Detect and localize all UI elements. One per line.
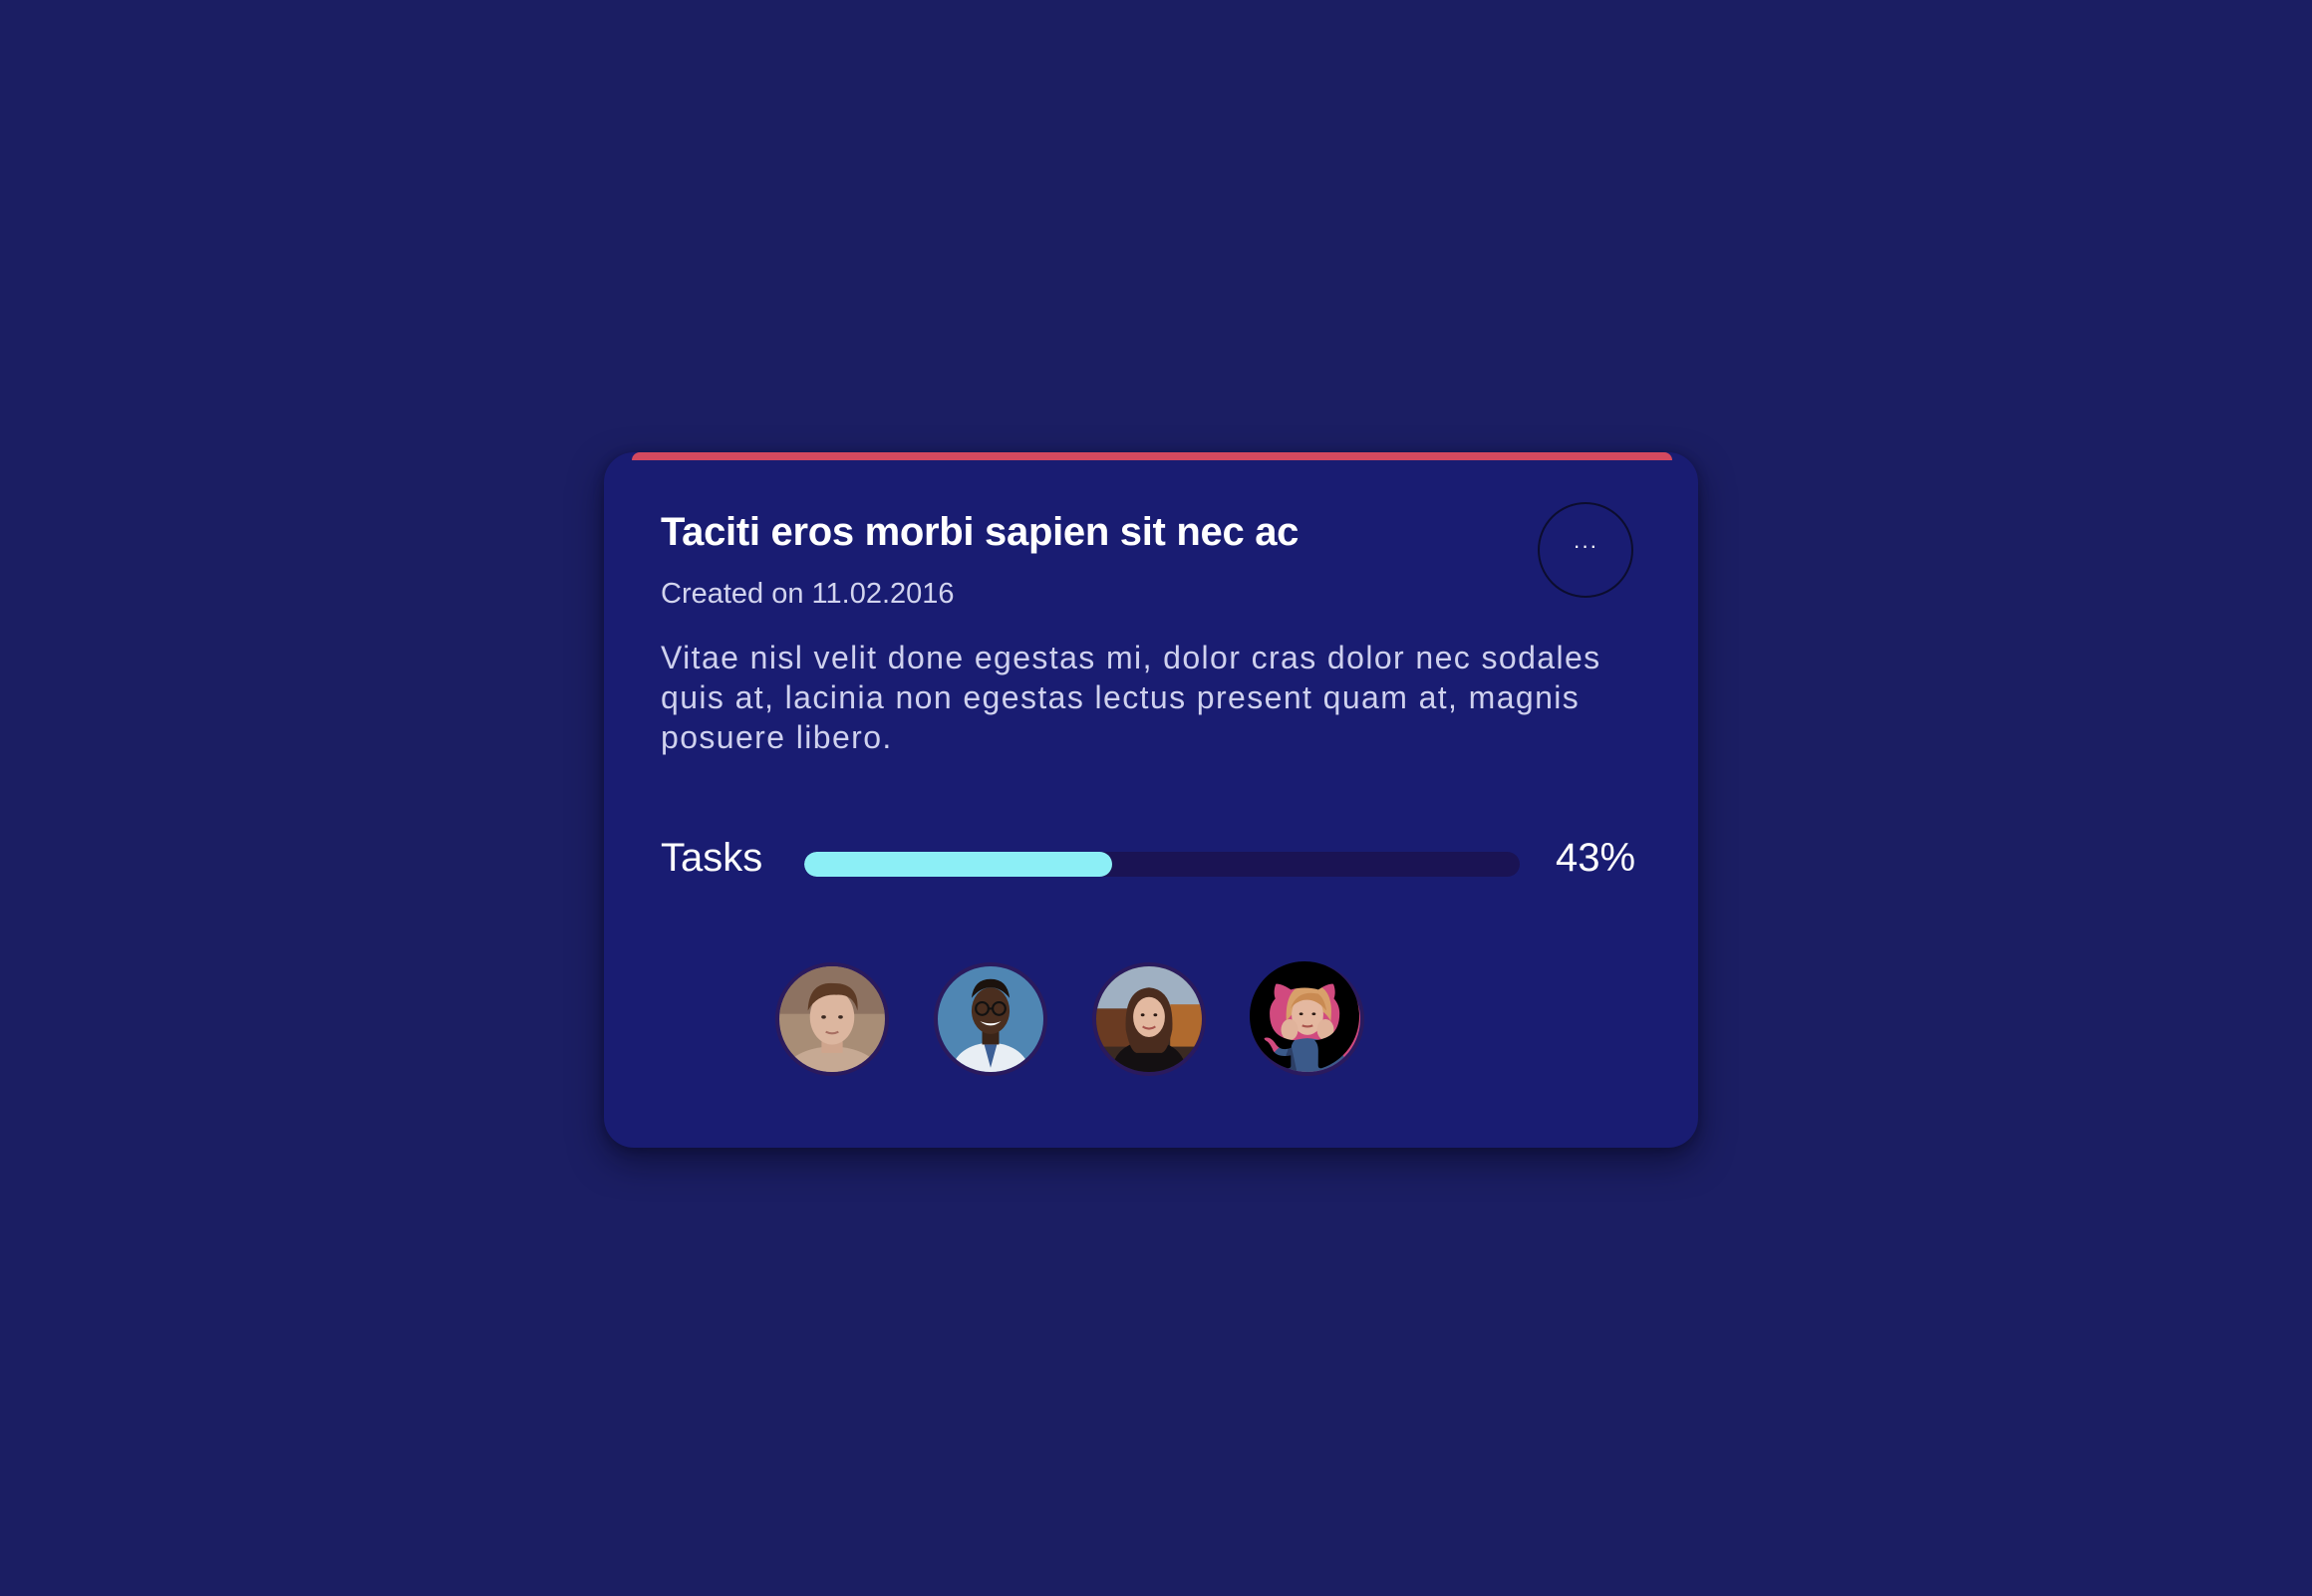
avatar-person-1 xyxy=(779,966,885,1072)
tasks-label: Tasks xyxy=(661,836,763,880)
avatar-person-2 xyxy=(938,966,1043,1072)
member-avatar-1[interactable] xyxy=(775,962,889,1076)
avatar-person-3 xyxy=(1096,966,1202,1072)
project-title: Taciti eros morbi sapien sit nec ac xyxy=(661,510,1300,554)
member-avatar-2[interactable] xyxy=(934,962,1047,1076)
github-icon xyxy=(1250,961,1359,1069)
more-horizontal-icon: ··· xyxy=(1573,533,1598,558)
project-description: Vitae nisl velit done egestas mi, dolor … xyxy=(661,640,1601,755)
tasks-progress-fill xyxy=(804,852,1112,877)
github-link[interactable] xyxy=(1250,961,1359,1071)
card-accent-bar xyxy=(632,452,1672,460)
created-date: Created on 11.02.2016 xyxy=(661,578,955,610)
member-avatar-3[interactable] xyxy=(1092,962,1206,1076)
tasks-percent: 43% xyxy=(1556,836,1636,880)
tasks-progress-bar xyxy=(804,852,1520,877)
more-options-button[interactable]: ··· xyxy=(1538,502,1633,598)
team-members xyxy=(775,961,1533,1078)
project-card: Taciti eros morbi sapien sit nec ac Crea… xyxy=(604,452,1698,1148)
